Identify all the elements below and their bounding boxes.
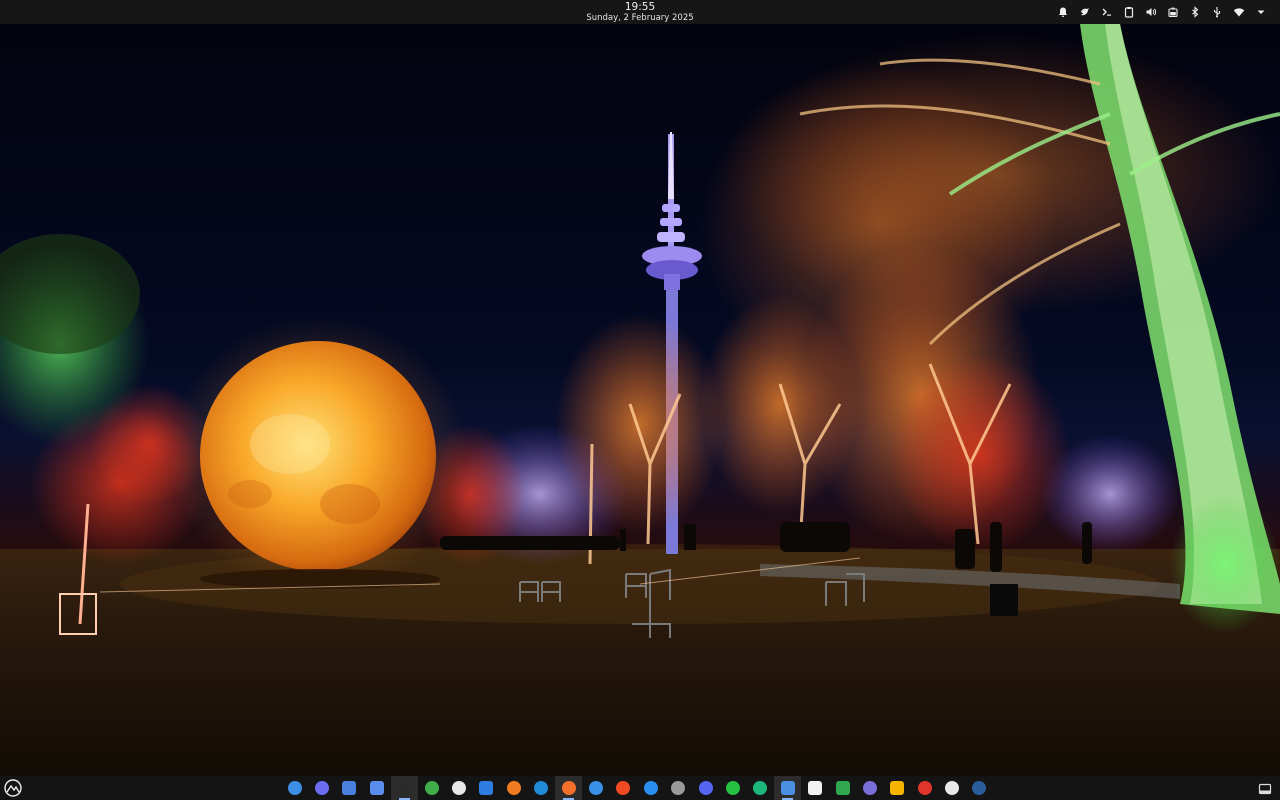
dock-app-list	[281, 776, 993, 800]
steam-icon	[972, 781, 987, 795]
dock-item[interactable]	[692, 776, 719, 800]
app-penguin-icon	[945, 781, 960, 795]
system-tray	[1056, 0, 1268, 24]
app-blue-cube-icon	[479, 781, 494, 795]
firefox-icon	[561, 781, 576, 795]
dock-item[interactable]	[363, 776, 390, 800]
app-blue-orb-icon	[643, 781, 658, 795]
dock-item[interactable]	[884, 776, 911, 800]
distro-logo-icon[interactable]	[3, 778, 23, 798]
discord-icon	[698, 781, 713, 795]
dock-item[interactable]	[582, 776, 609, 800]
dock-item[interactable]	[829, 776, 856, 800]
notifications-bell-icon[interactable]	[1056, 5, 1070, 19]
bluetooth-icon[interactable]	[1188, 5, 1202, 19]
wallpaper-illustration	[0, 24, 1280, 776]
app-blue-ring-icon	[588, 781, 603, 795]
slides-presentation-icon	[890, 781, 905, 795]
app-blue-doc-icon	[342, 781, 357, 795]
bird-app-icon[interactable]	[1078, 5, 1092, 19]
dock-item[interactable]	[418, 776, 445, 800]
dock-item[interactable]	[747, 776, 774, 800]
desktop-wallpaper	[0, 24, 1280, 776]
dock-item[interactable]	[856, 776, 883, 800]
app-orange-flower-icon	[506, 781, 521, 795]
system-menu-chevron-icon[interactable]	[1254, 5, 1268, 19]
app-red-pin-icon	[917, 781, 932, 795]
dock-item[interactable]	[445, 776, 472, 800]
spreadsheet-icon	[835, 781, 850, 795]
wifi-icon[interactable]	[1232, 5, 1246, 19]
terminal-prompt-icon[interactable]	[1100, 5, 1114, 19]
app-window-stack-icon	[780, 781, 795, 795]
whatsapp-icon	[725, 781, 740, 795]
show-desktop-icon[interactable]	[1258, 781, 1272, 795]
text-document-icon	[808, 781, 823, 795]
app-green-leaf-icon	[424, 781, 439, 795]
app-white-circle-icon	[452, 781, 467, 795]
brave-browser-icon	[616, 781, 631, 795]
vscode-icon	[534, 781, 549, 795]
dock-item[interactable]	[528, 776, 555, 800]
illuminated-sphere	[168, 316, 468, 596]
dock-item[interactable]	[637, 776, 664, 800]
dock-item[interactable]	[500, 776, 527, 800]
volume-icon[interactable]	[1144, 5, 1158, 19]
dock-item[interactable]	[911, 776, 938, 800]
dock-item[interactable]	[938, 776, 965, 800]
dock-item[interactable]	[336, 776, 363, 800]
files-folder-icon	[369, 781, 384, 795]
dock-item[interactable]	[554, 776, 583, 800]
app-grey-shell-icon	[671, 781, 686, 795]
dock-item[interactable]	[719, 776, 746, 800]
app-elephant-icon	[862, 781, 877, 795]
dock-item[interactable]	[390, 776, 418, 800]
terminal-icon	[397, 781, 412, 795]
dock-item[interactable]	[966, 776, 993, 800]
app-green-sync-icon	[753, 781, 768, 795]
battery-icon[interactable]	[1166, 5, 1180, 19]
top-panel: 19:55 Sunday, 2 February 2025	[0, 0, 1280, 24]
dock-item[interactable]	[473, 776, 500, 800]
clipboard-icon[interactable]	[1122, 5, 1136, 19]
app-browser-swirl-icon	[315, 781, 330, 795]
dock-item[interactable]	[610, 776, 637, 800]
usb-icon[interactable]	[1210, 5, 1224, 19]
dock-item[interactable]	[308, 776, 335, 800]
dock-item[interactable]	[281, 776, 308, 800]
dock-item[interactable]	[664, 776, 691, 800]
dock-item[interactable]	[801, 776, 828, 800]
taskbar-dock	[0, 776, 1280, 800]
dock-item[interactable]	[774, 776, 802, 800]
app-blue-circle-icon	[287, 781, 302, 795]
